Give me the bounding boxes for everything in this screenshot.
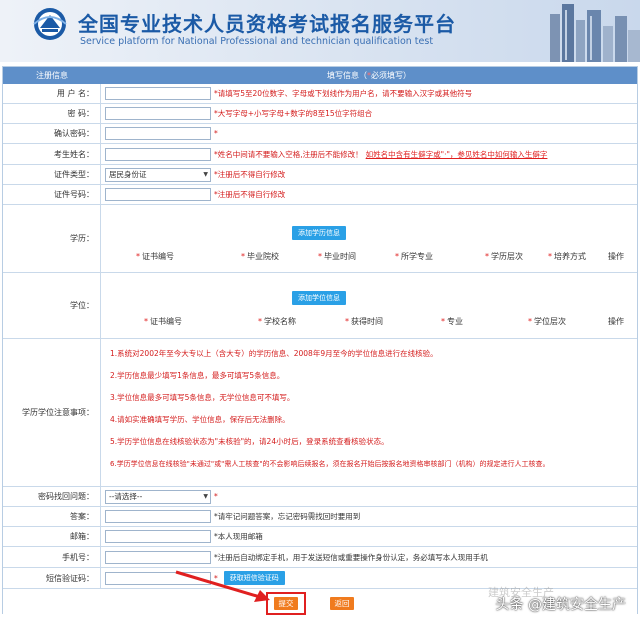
sms-code-label: 短信验证码： [3,568,101,588]
row-email: 邮箱： *本人现用邮箱 [3,527,637,547]
back-button[interactable]: 返回 [330,597,354,610]
security-question-label: 密码找回问题： [3,487,101,506]
degree-col-action: 操作 [608,317,624,326]
row-phone: 手机号： *注册后自动绑定手机，用于发送短信或重要操作身份认定，务必填写本人现用… [3,547,637,568]
row-id-number: 证件号码： *注册后不得自行修改 [3,185,637,205]
username-label: 用 户 名： [3,84,101,103]
username-hint: *请填写5至20位数字、字母或下划线作为用户名，请不要输入汉字或其他符号 [214,89,473,98]
watermark-text: 头条 @建筑安全生产 [495,597,626,613]
row-id-type: 证件类型： 居民身份证 ▼ *注册后不得自行修改 [3,165,637,185]
candidate-name-label: 考生姓名： [3,144,101,164]
chevron-down-icon: ▼ [203,493,208,500]
security-question-hint: * [214,492,218,501]
education-col-grad-time: 毕业时间 [324,252,356,261]
password-label: 密 码： [3,104,101,123]
confirm-password-input[interactable] [105,127,211,140]
username-input[interactable] [105,87,211,100]
password-hint: *大写字母+小写字母+数字的8至15位字符组合 [214,109,373,118]
row-username: 用 户 名： *请填写5至20位数字、字母或下划线作为用户名，请不要输入汉字或其… [3,84,637,104]
id-type-select[interactable]: 居民身份证 ▼ [105,167,211,182]
id-number-label: 证件号码： [3,185,101,204]
submit-button[interactable]: 提交 [274,597,298,610]
site-header: 全国专业技术人员资格考试报名服务平台 Service platform for … [0,0,640,62]
note-item-2: 2.学历信息最少填写1条信息，最多可填写5条信息。 [110,371,285,380]
row-answer: 答案： *请牢记问题答案，忘记密码需找回时要用到 [3,507,637,527]
row-password: 密 码： *大写字母+小写字母+数字的8至15位字符组合 [3,104,637,124]
phone-hint: *注册后自动绑定手机，用于发送短信或重要操作身份认定，务必填写本人现用手机 [214,552,488,562]
header-col-fill-info: 填写信息（*必须填写） [327,71,411,80]
education-col-study-mode: 培养方式 [554,252,586,261]
email-label: 邮箱： [3,527,101,546]
email-input[interactable] [105,530,211,543]
candidate-name-input[interactable] [105,147,211,161]
row-degree: 学位： 添加学位信息 * 证书编号 * 学校名称 * 获得时间 * 专业 * 学位层次 操… [3,273,637,339]
education-columns: * 证书编号 * 毕业院校 * 毕业时间 * 所学专业 * 学历层次 * 培养方式 操作 [136,252,624,261]
add-degree-button[interactable]: 添加学位信息 [292,291,346,305]
note-item-5: 5.学历学位信息在线核验状态为"未核验"的，请24小时后，登录系统查看核验状态。 [110,437,389,446]
id-type-label: 证件类型： [3,165,101,184]
header-col-register-info: 注册信息 [36,71,68,80]
notes-label: 学历学位注意事项： [3,339,101,486]
answer-hint: *请牢记问题答案，忘记密码需找回时要用到 [214,512,361,521]
registration-form: 注册信息 填写信息（*必须填写） 用 户 名： *请填写5至20位数字、字母或下… [2,66,638,615]
degree-col-time: 获得时间 [351,317,383,326]
degree-col-school: 学校名称 [264,317,296,326]
degree-col-cert-no: 证书编号 [150,317,182,326]
row-security-question: 密码找回问题： --请选择-- ▼ * [3,487,637,507]
degree-columns: * 证书编号 * 学校名称 * 获得时间 * 专业 * 学位层次 操作 [144,317,624,326]
phone-input[interactable] [105,550,211,564]
degree-col-level: 学位层次 [534,317,566,326]
add-education-button[interactable]: 添加学历信息 [292,226,346,240]
id-type-hint: *注册后不得自行修改 [214,170,286,179]
education-label: 学历： [3,205,101,272]
city-skyline-icon [550,4,640,62]
degree-label: 学位： [3,273,101,338]
phone-label: 手机号： [3,547,101,567]
education-col-level: 学历层次 [491,252,523,261]
chevron-down-icon: ▼ [203,171,208,178]
answer-label: 答案： [3,507,101,526]
id-number-input[interactable] [105,188,211,201]
answer-input[interactable] [105,510,211,523]
row-notes: 学历学位注意事项： 1.系统对2002年至今大专以上（含大专）的学历信息、200… [3,339,637,487]
note-item-3: 3.学位信息最多可填写5条信息，无学位信息可不填写。 [110,393,295,402]
confirm-password-label: 确认密码： [3,124,101,143]
candidate-name-hint: *姓名中间请不要输入空格,注册后不能修改！ [214,149,363,159]
id-number-hint: *注册后不得自行修改 [214,190,286,199]
note-item-1: 1.系统对2002年至今大专以上（含大专）的学历信息、2008年9月至今的学位信… [110,349,438,358]
row-education: 学历： 添加学历信息 * 证书编号 * 毕业院校 * 毕业时间 * 所学专业 * 学历层次… [3,205,637,273]
row-confirm-password: 确认密码： * [3,124,637,144]
email-hint: *本人现用邮箱 [214,532,263,541]
site-title: 全国专业技术人员资格考试报名服务平台 [78,12,456,36]
password-input[interactable] [105,107,211,120]
note-item-6: 6.学历学位信息在线核验"未通过"或"需人工核查"的不会影响后续报名，须在报名开… [110,460,550,468]
confirm-password-hint: * [214,129,218,138]
red-arrow-icon [175,570,270,602]
education-col-major: 所学专业 [401,252,433,261]
platform-logo-icon [33,8,67,40]
education-col-action: 操作 [608,252,624,261]
note-item-4: 4.请如实准确填写学历、学位信息，保存后无法删除。 [110,415,290,424]
notes-list: 1.系统对2002年至今大专以上（含大专）的学历信息、2008年9月至今的学位信… [110,349,633,481]
site-subtitle: Service platform for National Profession… [80,36,434,47]
rare-character-help-link[interactable]: 如姓名中含有生僻字或"·"，参见姓名中如何输入生僻字 [366,149,548,160]
degree-col-major: 专业 [447,317,463,326]
security-question-select[interactable]: --请选择-- ▼ [105,489,211,504]
row-candidate-name: 考生姓名： *姓名中间请不要输入空格,注册后不能修改！ 如姓名中含有生僻字或"·… [3,144,637,165]
education-col-school: 毕业院校 [247,252,279,261]
education-col-cert-no: 证书编号 [142,252,174,261]
table-header: 注册信息 填写信息（*必须填写） [3,67,637,84]
